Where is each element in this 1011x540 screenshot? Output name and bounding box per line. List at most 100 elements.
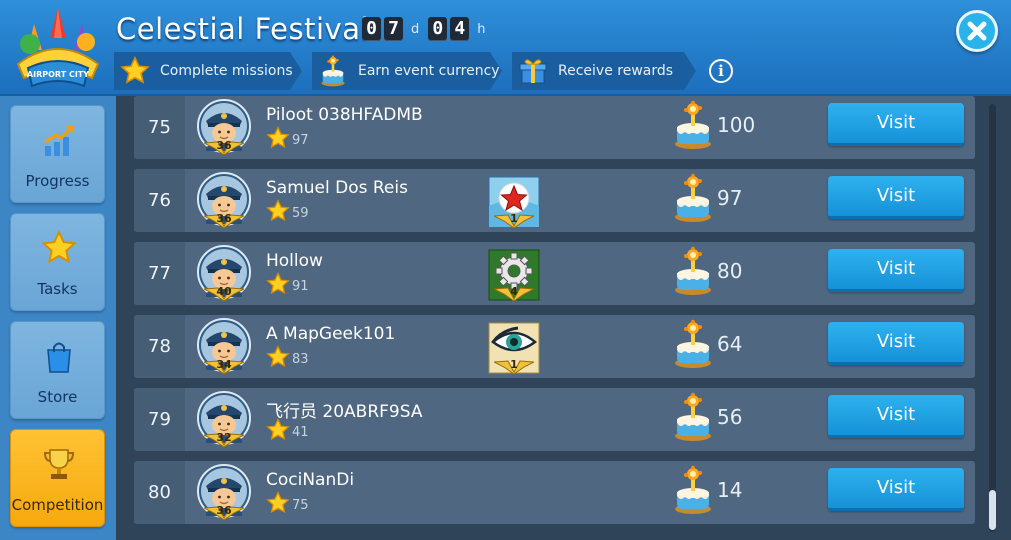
sidebar-item-tasks[interactable]: Tasks xyxy=(10,213,105,311)
leaderboard-row: 76 36 Samuel Dos Reis 59 1 97 Visit xyxy=(134,169,975,232)
player-name: CociNanDi xyxy=(266,470,355,490)
eye-badge-icon[interactable]: 1 xyxy=(488,322,540,374)
avatar[interactable]: 40 xyxy=(196,245,252,303)
star-icon xyxy=(266,491,290,515)
star-count: 41 xyxy=(292,424,309,440)
list-scrollbar[interactable] xyxy=(989,104,996,532)
star-icon xyxy=(266,199,290,223)
event-currency: 14 xyxy=(717,478,743,502)
player-stars: 97 xyxy=(266,126,309,150)
player-stars: 83 xyxy=(266,345,309,369)
avatar[interactable]: 36 xyxy=(196,99,252,157)
cake-icon xyxy=(673,465,713,515)
trophy-icon xyxy=(43,449,75,479)
player-name: A MapGeek101 xyxy=(266,324,396,344)
visit-button[interactable]: Visit xyxy=(828,468,964,511)
timer-digit: 0 xyxy=(428,17,448,41)
step-label: Earn event currency xyxy=(358,63,500,79)
sidebar: Progress Tasks Store Competition xyxy=(0,96,116,540)
leaderboard-row: 80 36 CociNanDi 75 14 Visit xyxy=(134,461,975,524)
player-level: 36 xyxy=(216,504,232,517)
avatar[interactable]: 36 xyxy=(196,464,252,522)
player-level: 34 xyxy=(216,358,232,371)
star-icon xyxy=(266,345,290,369)
visit-button[interactable]: Visit xyxy=(828,395,964,438)
star-icon xyxy=(266,272,290,296)
star-count: 97 xyxy=(292,132,309,148)
player-stars: 59 xyxy=(266,199,309,223)
timer-hours-unit: h xyxy=(477,21,486,37)
step-receive-rewards: Receive rewards xyxy=(512,52,696,90)
rank-number: 77 xyxy=(134,242,185,305)
avatar[interactable]: 32 xyxy=(196,391,252,449)
visit-button[interactable]: Visit xyxy=(828,176,964,219)
visit-button[interactable]: Visit xyxy=(828,103,964,146)
timer-digit: 0 xyxy=(362,17,381,41)
sidebar-item-progress[interactable]: Progress xyxy=(10,105,105,203)
star-count: 75 xyxy=(292,497,309,513)
star-icon xyxy=(266,418,290,442)
player-level: 40 xyxy=(216,285,232,298)
badge-level: 1 xyxy=(510,212,518,225)
event-currency: 56 xyxy=(717,405,743,429)
avatar[interactable]: 34 xyxy=(196,318,252,376)
rank-number: 80 xyxy=(134,461,185,524)
timer-digit: 4 xyxy=(450,17,470,41)
sidebar-item-label: Competition xyxy=(11,496,104,514)
player-name: Samuel Dos Reis xyxy=(266,178,408,198)
leaderboard-row: 75 36 Piloot 038HFADMB 97 100 Visit xyxy=(134,96,975,159)
sidebar-item-store[interactable]: Store xyxy=(10,321,105,419)
close-button[interactable] xyxy=(956,10,998,52)
close-icon xyxy=(967,21,987,41)
sidebar-item-label: Store xyxy=(37,388,78,406)
star-count: 59 xyxy=(292,205,309,221)
visit-button[interactable]: Visit xyxy=(828,322,964,365)
player-level: 32 xyxy=(216,431,232,444)
badge-level: 4 xyxy=(510,285,518,298)
player-name: Piloot 038HFADMB xyxy=(266,105,423,125)
sidebar-item-label: Tasks xyxy=(37,280,78,298)
badge-level: 1 xyxy=(510,358,518,371)
svg-text:AIRPORT CITY: AIRPORT CITY xyxy=(27,70,89,79)
info-button[interactable]: i xyxy=(709,59,733,83)
star-count: 91 xyxy=(292,278,309,294)
visit-button[interactable]: Visit xyxy=(828,249,964,292)
cake-icon xyxy=(316,54,350,88)
cake-icon xyxy=(673,100,713,150)
cake-icon xyxy=(673,319,713,369)
event-title: Celestial Festival xyxy=(116,12,370,46)
progress-chart-icon xyxy=(44,126,73,156)
rank-number: 75 xyxy=(134,96,185,159)
rank-number: 79 xyxy=(134,388,185,451)
shopping-bag-icon xyxy=(47,342,71,373)
red-star-badge-icon[interactable]: 1 xyxy=(488,176,540,228)
cake-icon xyxy=(673,392,713,442)
star-icon xyxy=(266,126,290,150)
leaderboard-list: 75 36 Piloot 038HFADMB 97 100 Visit 76 3… xyxy=(116,96,1011,540)
step-label: Complete missions xyxy=(160,63,293,79)
avatar[interactable]: 36 xyxy=(196,172,252,230)
leaderboard-row: 78 34 A MapGeek101 83 1 64 Visit xyxy=(134,315,975,378)
player-stars: 41 xyxy=(266,418,309,442)
player-name: Hollow xyxy=(266,251,323,271)
player-stars: 91 xyxy=(266,272,309,296)
step-complete-missions: Complete missions xyxy=(114,52,302,90)
rank-number: 76 xyxy=(134,169,185,232)
event-currency: 100 xyxy=(717,113,756,137)
airport-city-logo: AIRPORT CITY xyxy=(16,8,100,88)
gear-badge-icon[interactable]: 4 xyxy=(488,249,540,301)
sidebar-item-competition[interactable]: Competition xyxy=(10,429,105,527)
event-currency: 80 xyxy=(717,259,743,283)
leaderboard-row: 79 32 飞行员 20ABRF9SA 41 56 Visit xyxy=(134,388,975,451)
event-header: AIRPORT CITY Celestial Festival 0 7 d 0 … xyxy=(0,0,1011,96)
sidebar-item-label: Progress xyxy=(25,172,90,190)
event-currency: 97 xyxy=(717,186,743,210)
cake-icon xyxy=(673,173,713,223)
gift-icon xyxy=(516,54,550,88)
star-count: 83 xyxy=(292,351,309,367)
timer-digit: 7 xyxy=(384,17,403,41)
step-earn-currency: Earn event currency xyxy=(312,52,502,90)
scrollbar-thumb[interactable] xyxy=(989,490,996,530)
event-countdown: 0 7 d 0 4 h xyxy=(362,17,492,41)
player-level: 36 xyxy=(216,212,232,225)
